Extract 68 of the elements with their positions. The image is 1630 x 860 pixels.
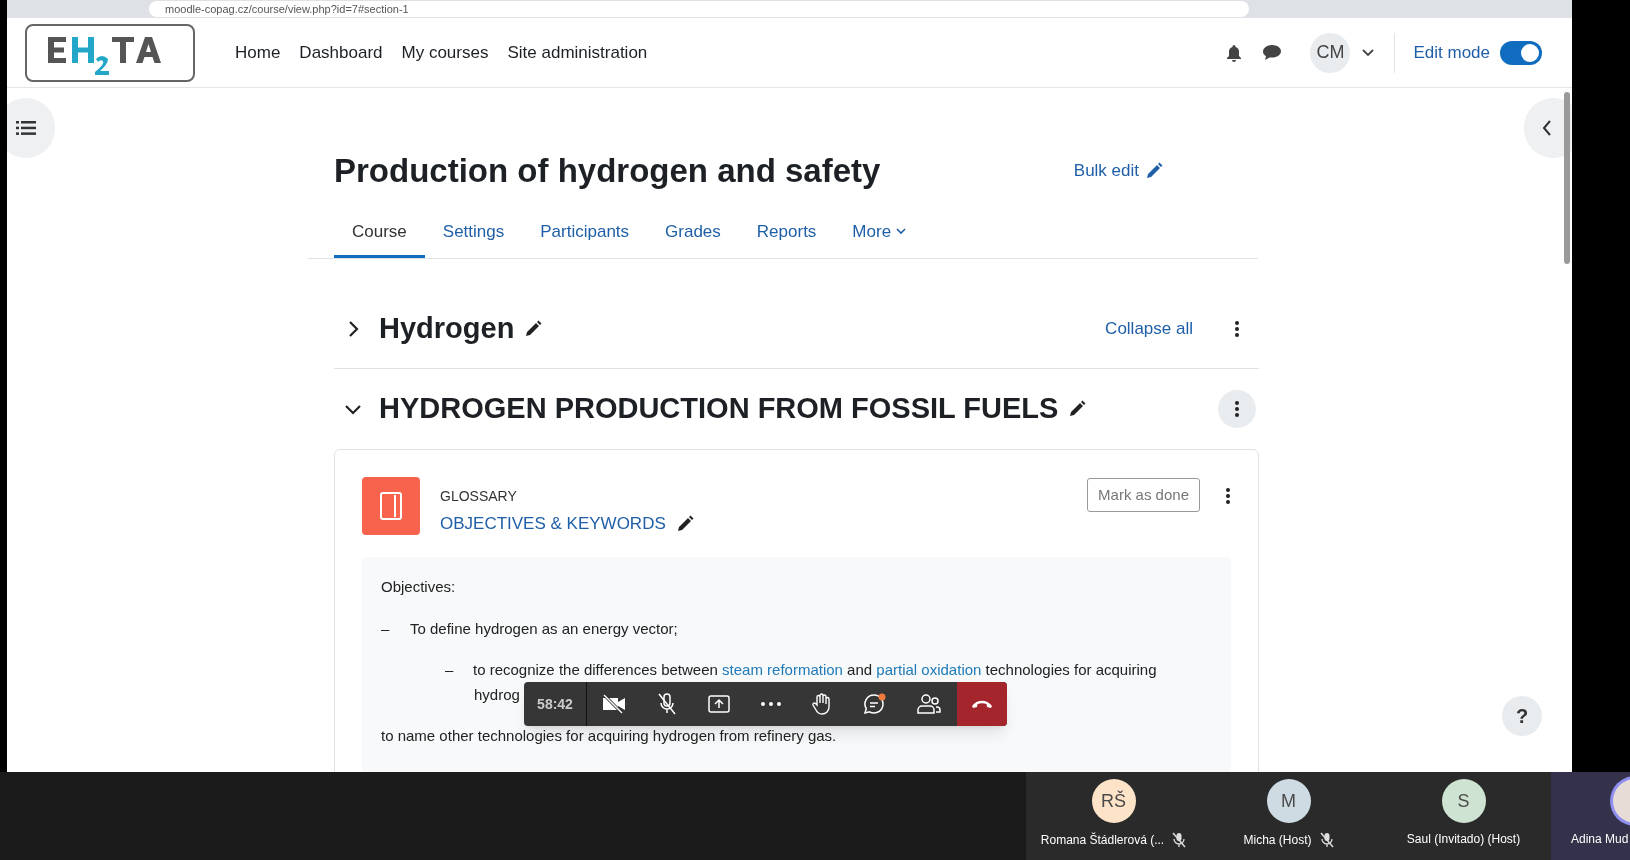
nav-link[interactable]: Home [235,39,281,66]
participant-name: Romana Štádlerová (... [1040,833,1165,847]
chevron-down-icon[interactable] [1362,48,1375,57]
more-options-button[interactable] [1218,390,1256,428]
course-tab[interactable]: Reports [738,208,835,258]
user-avatar[interactable]: CM [1310,32,1351,73]
logo[interactable] [25,23,195,82]
edit-mode-label: Edit mode [1413,41,1490,64]
list-icon [16,120,36,136]
glossary-activity-icon[interactable] [362,477,420,535]
course-tab[interactable]: More [834,208,925,258]
section-title: Hydrogen [379,310,515,346]
participant-name: Adina Mud [1571,832,1629,846]
kebab-icon [1234,319,1240,338]
text-link[interactable]: steam reformation [722,660,843,678]
participant-name: Micha (Host) [1243,833,1312,847]
more-icon[interactable] [760,702,781,706]
paragraph-text: hydrog [474,684,520,705]
paragraph-text: to recognize the differences between steam reformation and partial oxidation technologies for acquiring [473,659,1157,680]
participant-avatar: S [1441,779,1486,823]
participant-name: Saul (Invitado) (Host) [1406,832,1521,846]
paragraph-text: to name other technologies for acquiring hydrogen from refinery gas. [381,725,837,746]
activity-link[interactable]: OBJECTIVES & KEYWORDS [440,511,666,537]
activity-type-label: GLOSSARY [440,487,518,506]
people-icon[interactable] [917,694,942,714]
scrollbar-thumb[interactable] [1564,92,1570,264]
collapse-all-link[interactable]: Collapse all [1105,315,1193,342]
url-text: moodle-copag.cz/course/view.php?id=7#section-1 [165,3,409,15]
microphone-off-icon[interactable] [657,693,678,715]
camera-off-icon[interactable] [602,694,627,714]
mark-as-done-button[interactable]: Mark as done [1087,478,1200,512]
more-options-icon[interactable] [1225,487,1231,505]
pencil-icon[interactable] [675,514,694,533]
paragraph-text: To define hydrogen as an energy vector; [410,618,678,639]
participant-avatar: M [1266,779,1311,823]
list-dash: – [381,618,391,639]
pencil-icon[interactable] [1145,161,1163,180]
chevron-down-icon [896,228,907,235]
chevron-left-icon [1542,120,1552,136]
pencil-icon[interactable] [524,319,543,338]
pencil-icon[interactable] [1068,400,1087,418]
phone-icon [971,699,993,709]
bulk-edit-link[interactable]: Bulk edit [1073,157,1163,184]
chat-bubble-icon[interactable] [1262,44,1283,61]
text-link[interactable]: partial oxidation [876,660,982,678]
paragraph-text: Objectives: [381,576,456,597]
list-dash: – [445,659,455,680]
call-timer: 58:42 [536,694,574,714]
course-index-button[interactable] [7,98,55,158]
address-bar[interactable]: moodle-copag.cz/course/view.php?id=7#section-1 [149,1,1249,17]
hang-up-button[interactable] [957,682,1007,726]
share-screen-icon[interactable] [708,695,731,713]
edit-mode-toggle[interactable] [1500,40,1542,65]
notification-bell-icon[interactable] [1226,43,1243,62]
nav-link[interactable]: My courses [401,39,489,66]
help-button[interactable]: ? [1502,696,1542,736]
course-tab[interactable]: Grades [647,208,739,258]
raise-hand-icon[interactable] [811,693,832,715]
course-tab[interactable]: Course [334,208,425,258]
course-title: Production of hydrogen and safety [334,150,881,191]
chat-icon[interactable] [862,693,887,715]
kebab-icon [1234,400,1240,418]
course-tab[interactable]: Participants [522,208,648,258]
participant-avatar: RŠ [1091,779,1136,823]
course-tab[interactable]: Settings [424,208,523,258]
nav-link[interactable]: Dashboard [299,39,383,66]
nav-link[interactable]: Site administration [507,39,648,66]
section-title: HYDROGEN PRODUCTION FROM FOSSIL FUELS [379,391,1059,427]
